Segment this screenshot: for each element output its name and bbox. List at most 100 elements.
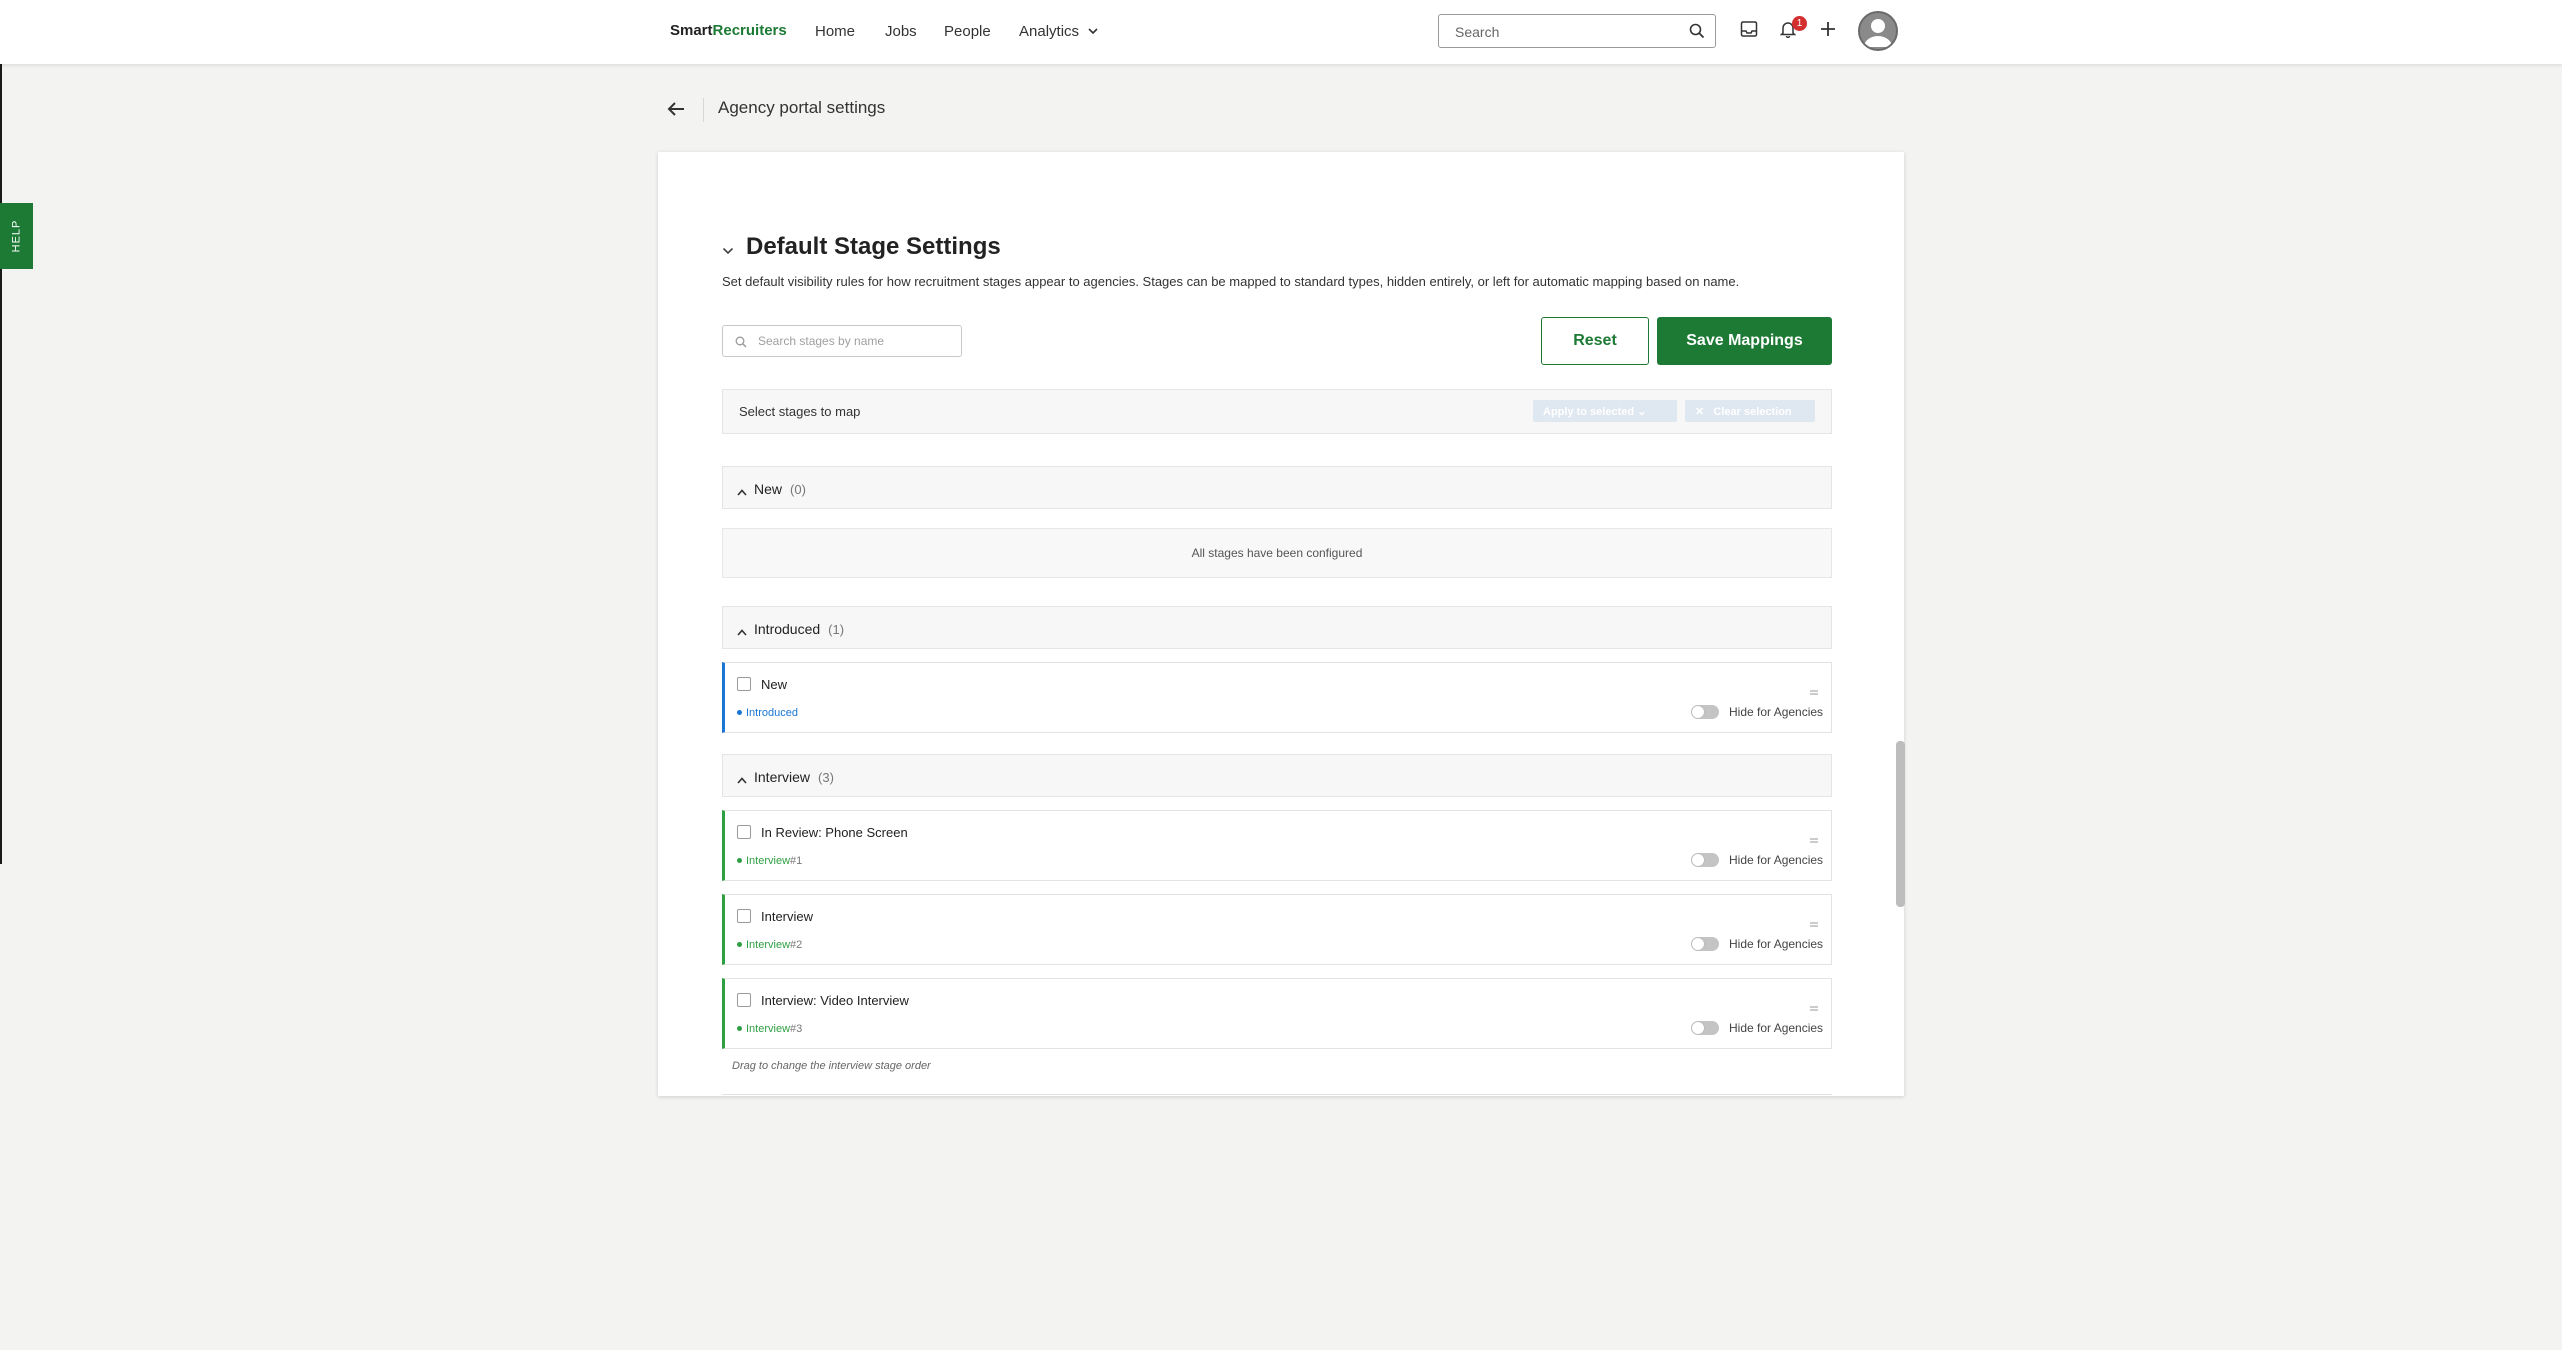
nav-analytics-label: Analytics	[1019, 23, 1080, 40]
stage-type-text: Interview	[746, 1023, 791, 1035]
stage-type-label: Introduced	[737, 707, 798, 719]
stage-name: New	[761, 677, 788, 692]
stage-type-number: #3	[790, 1023, 803, 1035]
stage-type-dot	[737, 1026, 742, 1031]
toggle-knob	[1692, 706, 1704, 718]
stage-checkbox[interactable]	[737, 677, 751, 691]
group-count: (1)	[828, 622, 845, 637]
stage-name: Interview: Video Interview	[761, 993, 909, 1008]
nav-jobs[interactable]: Jobs	[885, 23, 917, 40]
search-icon	[735, 335, 747, 353]
apply-to-selected-label: Apply to selected	[1543, 405, 1635, 418]
smartrecruiters-logo[interactable]: SmartRecruiters	[670, 22, 787, 39]
back-arrow-icon[interactable]	[666, 100, 686, 123]
stage-name: Interview	[761, 909, 814, 924]
toggle-knob	[1692, 1022, 1704, 1034]
stage-type-number: #2	[790, 939, 803, 951]
hide-for-agencies-toggle[interactable]	[1691, 705, 1719, 719]
stage-checkbox[interactable]	[737, 825, 751, 839]
next-section-edge	[722, 1094, 1832, 1105]
global-search-input[interactable]	[1453, 23, 1677, 41]
search-icon[interactable]	[1689, 23, 1705, 44]
drag-hint: Drag to change the interview stage order	[732, 1060, 931, 1072]
global-search[interactable]	[1438, 14, 1716, 48]
stage-type-label: Interview#3	[737, 1023, 802, 1035]
stage-type-dot	[737, 942, 742, 947]
hide-for-agencies-toggle[interactable]	[1691, 853, 1719, 867]
group-header-introduced[interactable]: Introduced (1)	[722, 606, 1832, 649]
close-icon: ✕	[1695, 405, 1705, 418]
stage-row[interactable]: New Introduced Hide for Agencies	[722, 662, 1832, 733]
toggle-knob	[1692, 854, 1704, 866]
notification-badge: 1	[1792, 16, 1807, 31]
stage-name: In Review: Phone Screen	[761, 825, 908, 840]
stage-type-label: Interview#2	[737, 939, 802, 951]
collapse-chevron-icon[interactable]	[722, 242, 734, 260]
nav-home[interactable]: Home	[815, 23, 855, 40]
hide-for-agencies-toggle[interactable]	[1691, 937, 1719, 951]
bulk-action-label: Select stages to map	[739, 404, 861, 419]
inbox-icon[interactable]	[1740, 20, 1758, 43]
hide-for-agencies-toggle[interactable]	[1691, 1021, 1719, 1035]
drag-handle-icon[interactable]	[1810, 682, 1818, 700]
nav-people[interactable]: People	[944, 23, 991, 40]
group-name: Introduced (1)	[754, 621, 844, 637]
clear-selection-label: Clear selection	[1713, 405, 1792, 418]
chevron-down-icon: ⌄	[1637, 405, 1647, 418]
apply-to-selected-button[interactable]: Apply to selected ⌄	[1533, 400, 1677, 422]
hide-for-agencies-label: Hide for Agencies	[1729, 937, 1824, 951]
stage-row[interactable]: Interview Interview#2 Hide for Agencies	[722, 894, 1832, 965]
stage-type-text: Interview	[746, 939, 791, 951]
group-header-new[interactable]: New (0)	[722, 466, 1832, 509]
scrollbar-thumb[interactable]	[1896, 741, 1905, 907]
stage-checkbox[interactable]	[737, 993, 751, 1007]
stage-type-dot	[737, 858, 742, 863]
stage-type-number: #1	[790, 855, 803, 867]
stage-type-label: Interview#1	[737, 855, 802, 867]
stage-type-text: Introduced	[746, 707, 798, 719]
chevron-up-icon	[737, 483, 747, 501]
nav-analytics[interactable]: Analytics	[1019, 23, 1098, 40]
group-name-text: Interview	[754, 769, 811, 785]
drag-handle-icon[interactable]	[1810, 914, 1818, 932]
save-mappings-button[interactable]: Save Mappings	[1657, 317, 1832, 365]
group-count: (0)	[790, 482, 806, 497]
reset-button[interactable]: Reset	[1541, 317, 1649, 365]
logo-text-recruiters: Recruiters	[712, 22, 787, 39]
help-tab[interactable]: HELP	[0, 203, 33, 269]
stage-search[interactable]	[722, 325, 962, 357]
page-title: Agency portal settings	[718, 98, 886, 117]
group-header-interview[interactable]: Interview (3)	[722, 754, 1832, 797]
top-navbar: SmartRecruiters Home Jobs People Analyti…	[0, 0, 2562, 65]
group-name-text: New	[754, 481, 783, 497]
drag-handle-icon[interactable]	[1810, 830, 1818, 848]
stage-search-input[interactable]	[756, 333, 955, 349]
left-window-edge	[0, 64, 2, 864]
section-title: Default Stage Settings	[746, 233, 1001, 260]
toggle-knob	[1692, 938, 1704, 950]
group-name-text: Introduced	[754, 621, 821, 637]
drag-handle-icon[interactable]	[1810, 998, 1818, 1016]
logo-text-smart: Smart	[670, 22, 713, 39]
user-avatar[interactable]	[1858, 11, 1898, 51]
stage-row[interactable]: In Review: Phone Screen Interview#1 Hide…	[722, 810, 1832, 881]
clear-selection-button[interactable]: ✕ Clear selection	[1685, 400, 1815, 422]
hide-for-agencies-label: Hide for Agencies	[1729, 853, 1824, 867]
group-name: New (0)	[754, 481, 806, 497]
chevron-down-icon	[1085, 26, 1098, 38]
stage-checkbox[interactable]	[737, 909, 751, 923]
plus-icon[interactable]	[1819, 20, 1837, 43]
bulk-action-bar: Select stages to map Apply to selected ⌄…	[722, 389, 1832, 434]
title-divider	[703, 98, 704, 122]
group-name: Interview (3)	[754, 769, 834, 785]
chevron-up-icon	[737, 771, 747, 789]
help-tab-label: HELP	[10, 219, 23, 253]
chevron-up-icon	[737, 623, 747, 641]
hide-for-agencies-label: Hide for Agencies	[1729, 1021, 1824, 1035]
stage-type-dot	[737, 710, 742, 715]
hide-for-agencies-label: Hide for Agencies	[1729, 705, 1824, 719]
stage-row[interactable]: Interview: Video Interview Interview#3 H…	[722, 978, 1832, 1049]
section-description: Set default visibility rules for how rec…	[722, 274, 1740, 289]
stage-type-text: Interview	[746, 855, 791, 867]
empty-state: All stages have been configured	[722, 528, 1832, 578]
